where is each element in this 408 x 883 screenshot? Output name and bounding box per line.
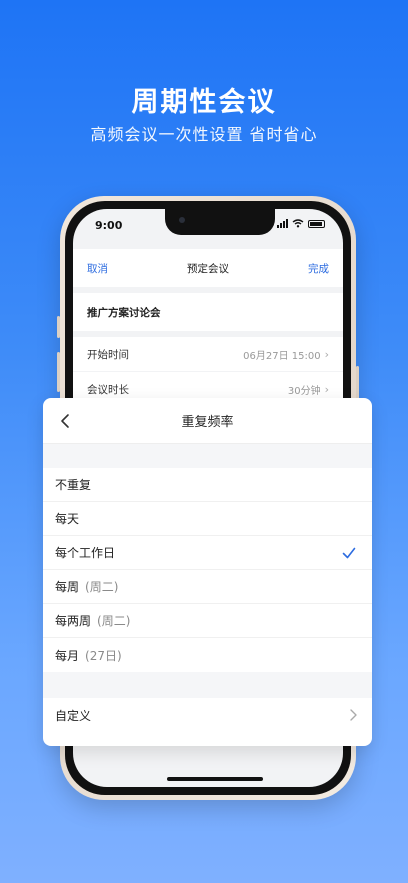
checkmark-icon bbox=[342, 547, 356, 559]
cancel-button[interactable]: 取消 bbox=[87, 261, 108, 276]
start-time-label: 开始时间 bbox=[87, 348, 129, 361]
option-biweekly[interactable]: 每两周 (周二) bbox=[43, 604, 372, 638]
navigation-bar: 取消 预定会议 完成 bbox=[73, 249, 343, 287]
duration-value: 30分钟 bbox=[287, 385, 321, 397]
chevron-right-icon: › bbox=[324, 347, 329, 361]
repeat-frequency-sheet: 重复频率 不重复 每天 每个工作日 每周 (周二) 每两周 (周二) 每月 (2… bbox=[43, 398, 372, 746]
done-button[interactable]: 完成 bbox=[308, 261, 329, 276]
phone-notch bbox=[165, 209, 275, 235]
option-custom[interactable]: 自定义 bbox=[43, 698, 372, 732]
wifi-icon bbox=[292, 219, 304, 228]
option-label: 每天 bbox=[55, 512, 80, 526]
meeting-title-text: 推广方案讨论会 bbox=[87, 306, 161, 319]
hero-title: 周期性会议 bbox=[131, 87, 277, 118]
option-label: 每两周 bbox=[55, 614, 92, 628]
option-label: 自定义 bbox=[55, 708, 92, 723]
nav-title: 预定会议 bbox=[187, 262, 229, 275]
chevron-right-icon: › bbox=[324, 382, 329, 396]
option-weekdays[interactable]: 每个工作日 bbox=[43, 536, 372, 570]
option-weekly[interactable]: 每周 (周二) bbox=[43, 570, 372, 604]
phone-mute-switch bbox=[57, 316, 60, 338]
camera-icon bbox=[179, 217, 185, 223]
sheet-header: 重复频率 bbox=[43, 398, 372, 444]
status-time: 9:00 bbox=[95, 219, 123, 232]
section-divider bbox=[43, 672, 372, 698]
option-label: 每个工作日 bbox=[55, 546, 116, 560]
signal-icon bbox=[277, 219, 288, 228]
start-time-value: 06月27日 15:00 bbox=[243, 350, 321, 362]
option-monthly[interactable]: 每月 (27日) bbox=[43, 638, 372, 672]
duration-label: 会议时长 bbox=[87, 383, 129, 396]
start-time-row[interactable]: 开始时间 06月27日 15:00 › bbox=[73, 337, 343, 371]
battery-icon bbox=[308, 219, 325, 228]
home-indicator bbox=[167, 777, 263, 781]
option-label: 不重复 bbox=[55, 478, 92, 492]
option-daily[interactable]: 每天 bbox=[43, 502, 372, 536]
phone-volume-up bbox=[57, 352, 60, 392]
status-icons bbox=[277, 219, 325, 228]
hero-subtitle: 高频会议一次性设置 省时省心 bbox=[90, 125, 318, 144]
meeting-title-field[interactable]: 推广方案讨论会 bbox=[73, 293, 343, 331]
sheet-title: 重复频率 bbox=[181, 415, 234, 430]
option-hint: (周二) bbox=[97, 614, 131, 628]
section-divider bbox=[43, 444, 372, 468]
back-arrow-icon[interactable] bbox=[57, 412, 75, 430]
option-label: 每月 bbox=[55, 648, 80, 663]
chevron-right-icon bbox=[350, 709, 357, 721]
option-hint: (27日) bbox=[85, 648, 122, 663]
option-no-repeat[interactable]: 不重复 bbox=[43, 468, 372, 502]
option-hint: (周二) bbox=[85, 580, 119, 594]
option-label: 每周 bbox=[55, 580, 80, 594]
